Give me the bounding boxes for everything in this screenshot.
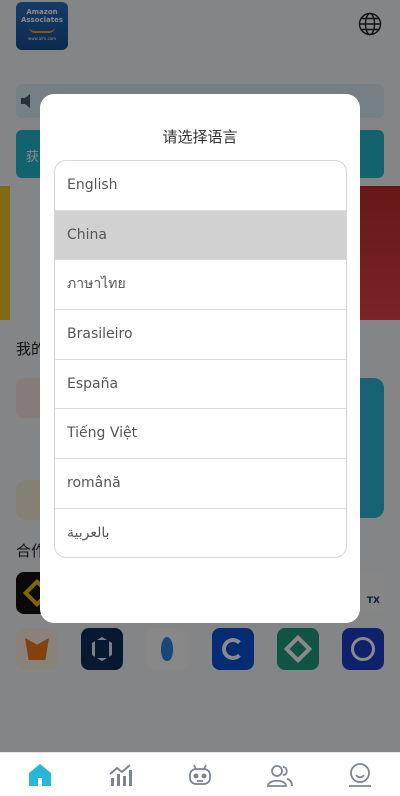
home-icon [29, 763, 51, 786]
bottom-tab-bar [0, 752, 400, 796]
tab-profile[interactable] [320, 753, 400, 796]
market-chart-icon [109, 763, 132, 786]
robot-icon [189, 764, 211, 785]
language-option-vietnamese[interactable]: Tiếng Việt [55, 409, 346, 460]
language-option-english[interactable]: English [55, 161, 346, 211]
tab-robot[interactable] [160, 753, 240, 796]
language-option-china[interactable]: China [55, 210, 346, 261]
tab-home[interactable] [0, 753, 80, 796]
dialog-title: 请选择语言 [162, 128, 238, 146]
language-option-thai[interactable]: ภาษาไทย [55, 260, 346, 311]
tab-market[interactable] [80, 753, 160, 796]
language-option-romana[interactable]: română [55, 459, 346, 509]
tab-team[interactable] [240, 753, 320, 796]
profile-icon [349, 762, 371, 787]
language-list: English China ภาษาไทย Brasileiro España … [54, 160, 347, 558]
language-picker-dialog: 请选择语言 English China ภาษาไทย Brasileiro E… [40, 94, 360, 623]
team-icon [267, 764, 293, 787]
language-option-arabic[interactable]: بالعربية [55, 509, 346, 557]
language-option-brasileiro[interactable]: Brasileiro [55, 310, 346, 360]
language-option-espana[interactable]: España [55, 360, 346, 410]
